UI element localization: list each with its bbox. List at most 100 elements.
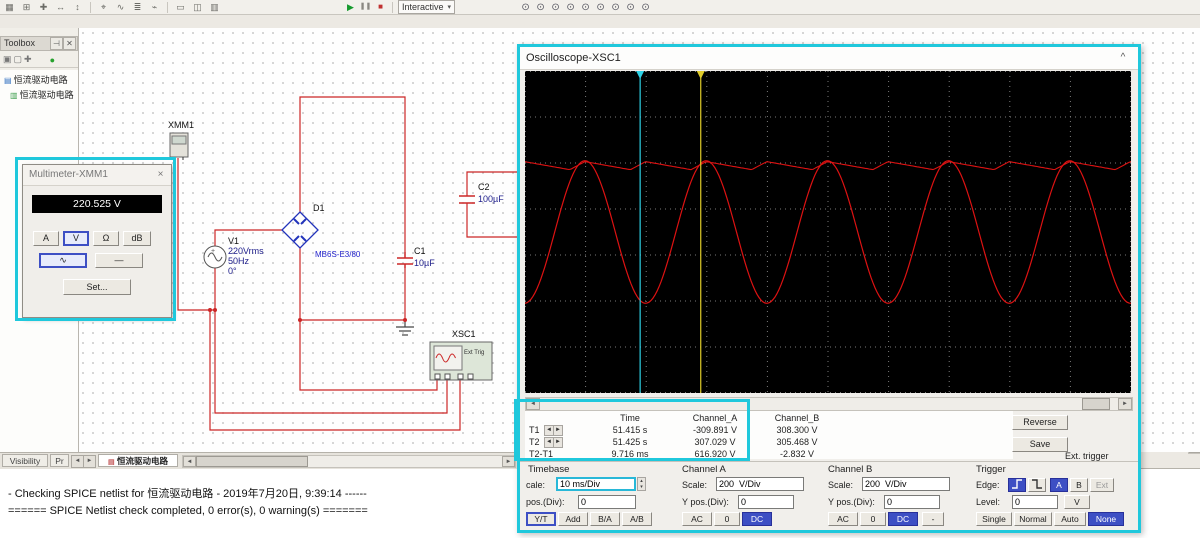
tab-scroll-right-icon[interactable]: ► [83,455,96,468]
channel-b-scale-input[interactable] [862,477,950,491]
v1-phase-label[interactable]: 0° [228,266,237,276]
trigger-level-input[interactable] [1012,495,1058,509]
cursor1-right-icon[interactable]: ► [553,425,563,436]
ohmmeter-mode-button[interactable]: Ω [93,231,119,246]
v1-refdes[interactable]: V1 [228,236,239,246]
waveform-icon[interactable]: ∿ [113,0,128,14]
instrument-icon-6[interactable]: ⊙ [594,2,607,13]
add-item-icon[interactable]: ✚ [24,54,32,65]
interactive-mode-dropdown[interactable]: Interactive ▾ [398,0,456,14]
c2-value-label[interactable]: 100µF [478,194,504,204]
close-icon[interactable]: × [154,168,167,181]
ammeter-mode-button[interactable]: A [33,231,59,246]
scope-hscrollbar[interactable]: ◄ ► [525,397,1133,411]
instrument-icon-5[interactable]: ⊙ [579,2,592,13]
open-sheet-icon[interactable]: ▢ [14,54,23,65]
run-simulation-button[interactable]: ▶ [344,1,357,13]
yt-mode-button[interactable]: Y/T [526,512,556,526]
ac-mode-button[interactable]: ∿ [39,253,87,268]
instrument-icon-2[interactable]: ⊙ [534,2,547,13]
scope-scroll-right-icon[interactable]: ► [1118,398,1132,410]
rising-edge-button[interactable] [1008,478,1026,492]
stop-simulation-button[interactable]: ■ [374,1,387,13]
channel-b-dc-button[interactable]: DC [888,512,918,526]
c1-refdes[interactable]: C1 [414,246,426,256]
sheet-hscrollbar[interactable]: ◄ ► [182,455,516,468]
instrument-icon-1[interactable]: ⊙ [519,2,532,13]
v1-value-label[interactable]: 220Vrms [228,246,264,256]
hscroll-left-icon[interactable]: ◄ [183,456,196,467]
hscroll-thumb[interactable] [196,456,308,467]
c2-refdes[interactable]: C2 [478,182,490,192]
instrument-icon-4[interactable]: ⊙ [564,2,577,13]
pause-simulation-button[interactable]: ❚❚ [359,1,372,13]
xsc1-label[interactable]: XSC1 [452,329,476,339]
hscroll-right-icon[interactable]: ► [502,456,515,467]
instrument-icon-9[interactable]: ⊙ [639,2,652,13]
collapse-icon[interactable]: ^ [1116,51,1130,65]
channel-b-ypos-input[interactable] [884,495,940,509]
set-button[interactable]: Set... [63,279,131,295]
voltmeter-mode-button[interactable]: V [63,231,89,246]
multimeter-titlebar[interactable]: Multimeter-XMM1 [23,165,171,186]
instrument-icon-8[interactable]: ⊙ [624,2,637,13]
crosshair-icon[interactable]: ✚ [36,0,51,14]
trigger-normal-button[interactable]: Normal [1014,512,1052,526]
channel-a-scale-input[interactable] [716,477,804,491]
oscilloscope-display[interactable] [524,71,1132,393]
d1-part-label[interactable]: MB6S-E3/80 [315,250,360,259]
add-mode-button[interactable]: Add [558,512,588,526]
channel-a-zero-button[interactable]: 0 [714,512,740,526]
new-sheet-icon[interactable]: ▣ [3,54,12,65]
flip-horizontal-icon[interactable]: ↔ [53,0,68,14]
dc-mode-button[interactable]: — [95,253,143,268]
grid-icon[interactable]: ▦ [2,0,17,14]
channel-a-ac-button[interactable]: AC [682,512,712,526]
sheet-icon[interactable]: ▥ [207,0,222,14]
pin-icon[interactable]: ⊣ [50,37,63,50]
close-icon[interactable]: ✕ [63,37,76,50]
channel-b-zero-button[interactable]: 0 [860,512,886,526]
channel-a-dc-button[interactable]: DC [742,512,772,526]
reverse-button[interactable]: Reverse [1012,415,1068,430]
tab-visibility[interactable]: Visibility [2,454,48,467]
instrument-icon-3[interactable]: ⊙ [549,2,562,13]
scope-scroll-thumb[interactable] [1082,398,1110,410]
flip-vertical-icon[interactable]: ↕ [70,0,85,14]
save-button[interactable]: Save [1012,437,1068,452]
trigger-source-b-button[interactable]: B [1070,478,1088,492]
d1-refdes[interactable]: D1 [313,203,325,213]
trigger-none-button[interactable]: None [1088,512,1124,526]
ba-mode-button[interactable]: B/A [590,512,620,526]
ab-mode-button[interactable]: A/B [622,512,652,526]
trigger-auto-button[interactable]: Auto [1054,512,1086,526]
tab-project[interactable]: Pr [50,454,69,467]
channel-b-invert-button[interactable]: - [922,512,944,526]
c1-value-label[interactable]: 10µF [414,258,435,268]
cursor2-right-icon[interactable]: ► [553,437,563,448]
wire-icon[interactable]: ⌁ [147,0,162,14]
trigger-source-a-button[interactable]: A [1050,478,1068,492]
scope-scroll-left-icon[interactable]: ◄ [526,398,540,410]
trigger-level-unit-dropdown[interactable]: V [1064,495,1090,509]
trigger-single-button[interactable]: Single [976,512,1012,526]
target-icon[interactable]: ⌖ [96,0,111,14]
falling-edge-button[interactable] [1028,478,1046,492]
oscilloscope-titlebar[interactable]: Oscilloscope-XSC1 [520,47,1138,70]
channel-b-ac-button[interactable]: AC [828,512,858,526]
tree-item-design[interactable]: ▤ 恒流驱动电路 [4,74,80,87]
timebase-scale-input[interactable] [556,477,636,491]
timebase-xpos-input[interactable] [578,495,636,509]
split-view-icon[interactable]: ◫ [190,0,205,14]
instrument-icon-7[interactable]: ⊙ [609,2,622,13]
sheet-tab-active[interactable]: ▤ 恒流驱动电路 [98,454,178,467]
timebase-scale-spinner[interactable]: ▴ ▾ [637,477,646,491]
shape-icon[interactable]: ▭ [173,0,188,14]
trigger-source-ext-button[interactable]: Ext [1090,478,1114,492]
v1-frequency-label[interactable]: 50Hz [228,256,249,266]
channel-a-ypos-input[interactable] [738,495,794,509]
new-window-icon[interactable]: ⊞ [19,0,34,14]
xmm1-label[interactable]: XMM1 [168,120,194,130]
list-icon[interactable]: ≣ [130,0,145,14]
db-mode-button[interactable]: dB [123,231,151,246]
